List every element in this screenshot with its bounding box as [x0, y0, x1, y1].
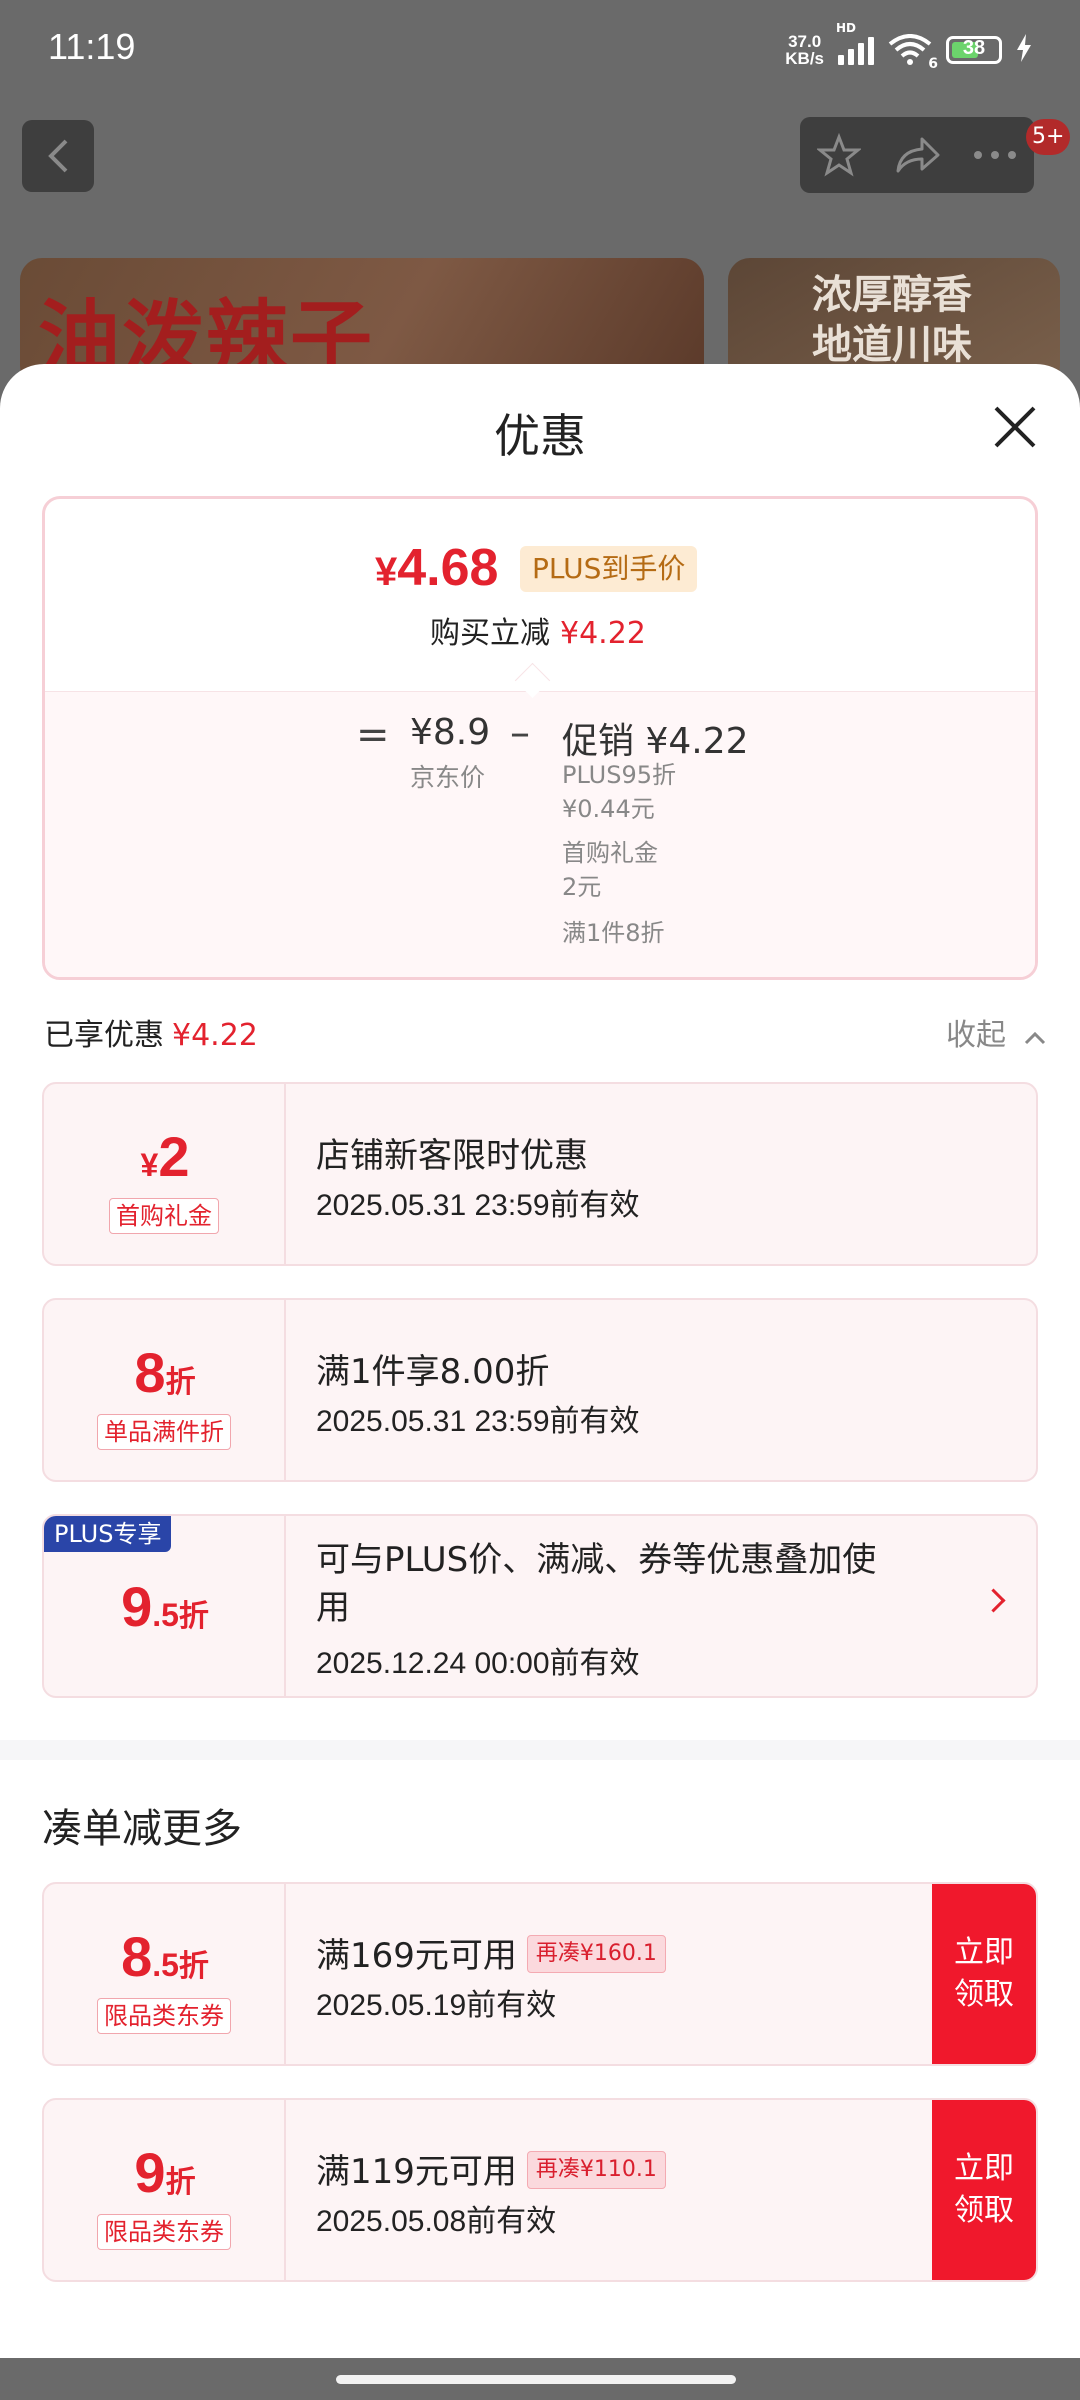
banner-text: 浓厚醇香 地道川味 [812, 272, 972, 368]
equals-sign: = [356, 712, 390, 758]
coupon-expiry: 2025.05.31 23:59前有效 [316, 1405, 640, 1438]
coupon-card[interactable]: ¥2 首购礼金 店铺新客限时优惠 2025.05.31 23:59前有效 [42, 1082, 1038, 1266]
header-actions [800, 117, 1034, 193]
chevron-up-icon [1024, 1031, 1045, 1045]
coupon-expiry: 2025.05.08前有效 [316, 2205, 557, 2238]
coupon-value-panel: 9折 限品类东券 [44, 2100, 286, 2280]
coupon-card[interactable]: 8折 单品满件折 满1件享8.00折 2025.05.31 23:59前有效 [42, 1298, 1038, 1482]
coupon-title: 店铺新客限时优惠 [316, 1136, 588, 1176]
coupon-expiry: 2025.12.24 00:00前有效 [316, 1647, 640, 1680]
close-button[interactable] [990, 402, 1040, 452]
coupon-title: 满169元可用 再凑¥160.1 [316, 1928, 666, 1977]
coupon-value-panel: 8折 单品满件折 [44, 1300, 286, 1480]
claim-button[interactable]: 立即领取 [932, 1884, 1036, 2064]
jd-price: ¥8.9 [410, 712, 491, 753]
charging-icon [1016, 34, 1032, 66]
claim-button[interactable]: 立即领取 [932, 2100, 1036, 2280]
chevron-right-icon [981, 1588, 1006, 1613]
promo-line: PLUS95折 [562, 761, 676, 789]
star-icon[interactable] [816, 133, 861, 177]
coupon-title: 可与PLUS价、满减、券等优惠叠加使 用 [316, 1540, 877, 1628]
coupon-type-tag: 首购礼金 [109, 1198, 219, 1234]
battery-icon: 38 [946, 36, 1002, 64]
coupon-amount: 8.5折 [121, 1925, 209, 1988]
section-divider [0, 1740, 1080, 1760]
plus-coupon-card[interactable]: PLUS专享 9.5折 可与PLUS价、满减、券等优惠叠加使 用 2025.12… [42, 1514, 1038, 1698]
back-button[interactable] [22, 120, 94, 192]
share-icon[interactable] [894, 135, 940, 175]
back-icon [48, 139, 68, 173]
more-icon[interactable] [973, 150, 1017, 160]
coupon-value-panel: ¥2 首购礼金 [44, 1084, 286, 1264]
promo-line: 满1件8折 [562, 919, 665, 947]
collapse-toggle[interactable]: 收起 [946, 1010, 1046, 1054]
final-price: ¥4.68 [375, 539, 499, 597]
jd-price-label: 京东价 [410, 763, 486, 792]
coupon-amount: ¥2 [140, 1125, 190, 1188]
status-icons: 37.0 KB/s HD 6 38 [785, 21, 1032, 72]
status-bar: 11:19 37.0 KB/s HD 6 38 [0, 0, 1080, 100]
coupon-title: 满119元可用 再凑¥110.1 [316, 2144, 666, 2193]
claimable-coupon-card: 9折 限品类东券 满119元可用 再凑¥110.1 2025.05.08前有效 立… [42, 2098, 1038, 2282]
plus-price-tag: PLUS到手价 [520, 546, 698, 592]
wifi-icon: 6 [888, 34, 938, 72]
promotion-total: 促销 ¥4.22 [562, 721, 749, 762]
claimable-coupon-card: 8.5折 限品类东券 满169元可用 再凑¥160.1 2025.05.19前有效… [42, 1882, 1038, 2066]
enjoyed-discount: 已享优惠 ¥4.22 [44, 1018, 258, 1053]
coupon-amount: 8折 [134, 1341, 196, 1404]
instant-discount: 购买立减 ¥4.22 [430, 616, 646, 651]
coupon-value-panel: 8.5折 限品类东券 [44, 1884, 286, 2064]
coupon-amount: 9.5折 [121, 1575, 209, 1638]
promo-line: ¥0.44元 [562, 795, 655, 823]
network-speed: 37.0 KB/s [785, 32, 824, 68]
coupon-expiry: 2025.05.19前有效 [316, 1989, 557, 2022]
close-icon [994, 406, 1036, 448]
signal-icon: HD [836, 21, 874, 65]
coupon-type-tag: 单品满件折 [97, 1414, 231, 1450]
remaining-amount-tag: 再凑¥110.1 [526, 2150, 666, 2189]
promo-line: 2元 [562, 873, 602, 901]
coupon-value-panel: 9.5折 [44, 1516, 286, 1696]
notification-badge: 5+ [1026, 119, 1071, 155]
coupon-title: 满1件享8.00折 [316, 1352, 550, 1392]
coupon-amount: 9折 [134, 2141, 196, 2204]
coupon-type-tag: 限品类东券 [97, 1998, 231, 2034]
section-title: 凑单减更多 [42, 1806, 242, 1852]
home-indicator[interactable] [336, 2375, 736, 2384]
clock: 11:19 [48, 26, 136, 67]
promo-line: 首购礼金 [562, 839, 658, 867]
coupon-type-tag: 限品类东券 [97, 2214, 231, 2250]
remaining-amount-tag: 再凑¥160.1 [526, 1934, 666, 1973]
minus-sign: – [510, 710, 530, 756]
sheet-title: 优惠 [494, 409, 586, 463]
coupon-expiry: 2025.05.31 23:59前有效 [316, 1189, 640, 1222]
